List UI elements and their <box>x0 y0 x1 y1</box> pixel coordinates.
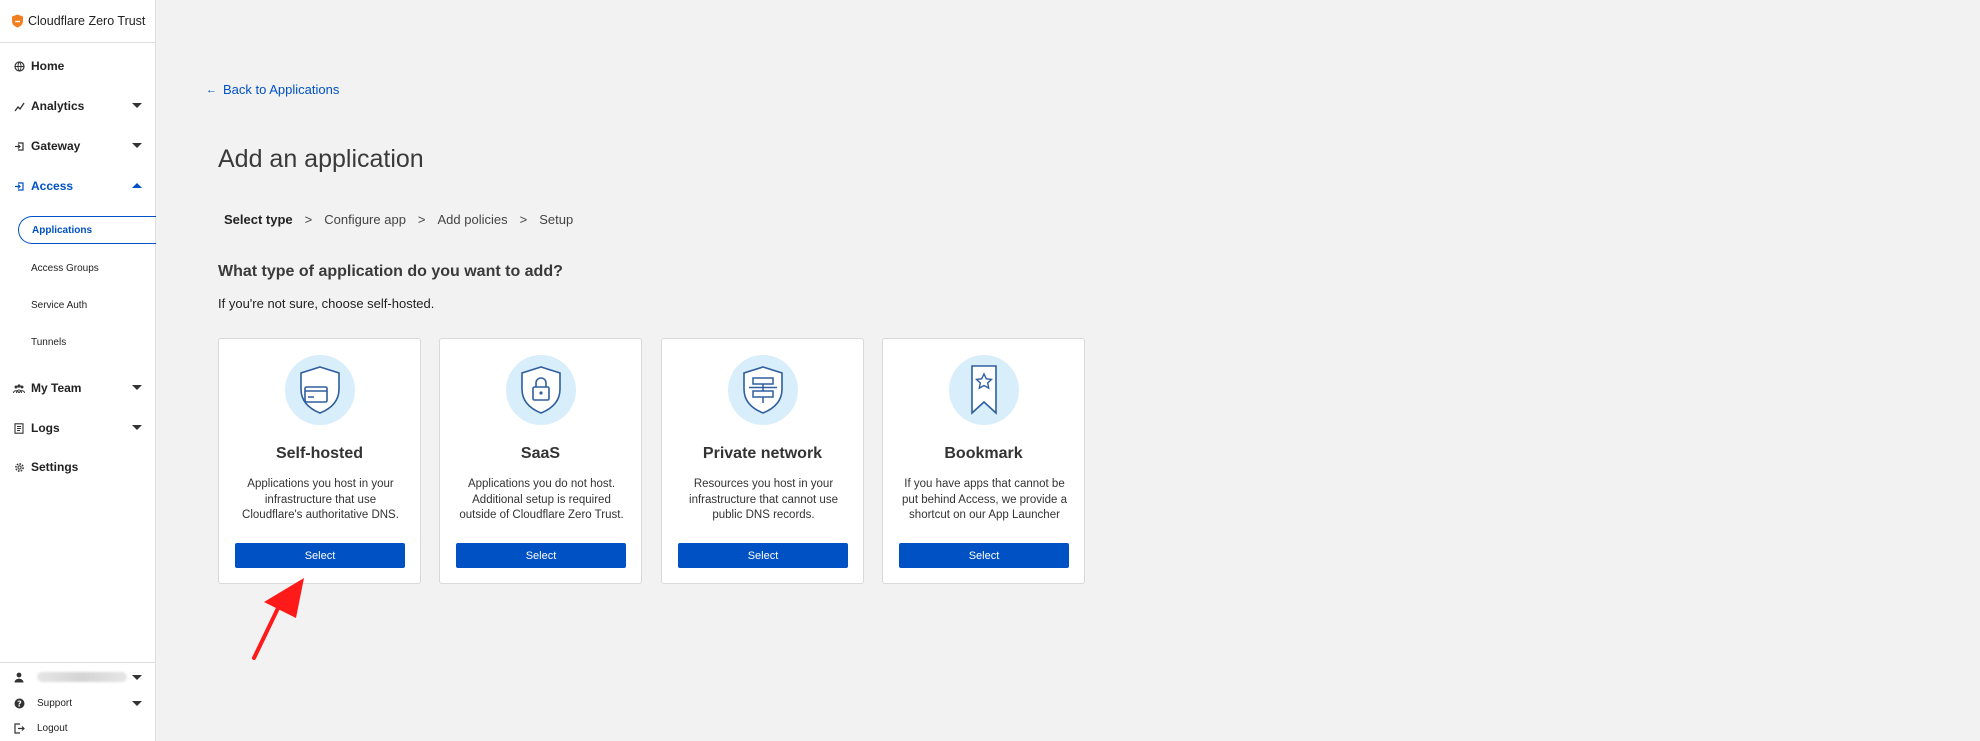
step-separator: > <box>304 212 313 227</box>
app-type-card-private-network: Private network Resources you host in yo… <box>661 338 864 584</box>
sidebar-item-logs[interactable]: Logs <box>0 417 156 439</box>
chevron-up-icon <box>132 183 142 188</box>
step-separator: > <box>417 212 426 227</box>
sidebar-subitem-access-groups[interactable]: Access Groups <box>18 254 156 282</box>
step-setup: Setup <box>539 212 574 227</box>
gateway-icon <box>13 140 25 152</box>
gear-icon <box>13 461 25 473</box>
help-icon: ? <box>13 697 25 709</box>
sidebar-item-label: Settings <box>31 460 79 474</box>
arrow-left-icon: ← <box>206 83 217 96</box>
sidebar-subitem-label: Applications <box>32 224 93 236</box>
step-add-policies: Add policies <box>437 212 508 227</box>
sidebar-item-gateway[interactable]: Gateway <box>0 135 156 157</box>
user-icon <box>13 671 25 683</box>
access-icon <box>13 180 25 192</box>
brand-header[interactable]: Cloudflare Zero Trust <box>0 0 155 43</box>
sidebar: Cloudflare Zero Trust Home Analytics Gat… <box>0 0 156 741</box>
team-icon <box>13 382 25 394</box>
analytics-icon <box>13 100 25 112</box>
step-separator: > <box>519 212 528 227</box>
select-saas-button[interactable]: Select <box>456 543 626 568</box>
sidebar-subitem-label: Service Auth <box>31 299 88 311</box>
sidebar-item-label: Logs <box>31 421 60 435</box>
logout-label: Logout <box>37 722 68 734</box>
shield-lock-icon <box>506 355 576 425</box>
annotation-arrow-icon <box>240 570 320 675</box>
back-to-applications-link[interactable]: ← Back to Applications <box>206 82 339 97</box>
sidebar-subitem-label: Access Groups <box>31 262 99 274</box>
page-title: Add an application <box>218 145 424 173</box>
sidebar-item-settings[interactable]: Settings <box>0 456 156 478</box>
sidebar-item-analytics[interactable]: Analytics <box>0 95 156 117</box>
logs-icon <box>13 422 25 434</box>
select-bookmark-button[interactable]: Select <box>899 543 1069 568</box>
back-link-label: Back to Applications <box>223 82 340 97</box>
user-name-redacted <box>37 672 127 682</box>
user-menu[interactable] <box>0 667 156 687</box>
support-menu[interactable]: ? Support <box>0 693 156 713</box>
sidebar-item-label: Analytics <box>31 99 85 113</box>
select-self-hosted-button[interactable]: Select <box>235 543 405 568</box>
sidebar-subitem-tunnels[interactable]: Tunnels <box>18 328 156 356</box>
app-type-card-self-hosted: Self-hosted Applications you host in you… <box>218 338 421 584</box>
step-configure-app: Configure app <box>324 212 406 227</box>
app-type-card-bookmark: Bookmark If you have apps that cannot be… <box>882 338 1085 584</box>
hint-text: If you're not sure, choose self-hosted. <box>218 296 435 311</box>
chevron-down-icon <box>132 103 142 108</box>
card-description: Applications you do not host. Additional… <box>459 478 624 521</box>
chevron-down-icon <box>132 425 142 430</box>
home-icon <box>13 60 25 72</box>
shield-network-icon <box>728 355 798 425</box>
sidebar-item-home[interactable]: Home <box>0 55 156 77</box>
chevron-down-icon <box>132 143 142 148</box>
cloudflare-logo-icon <box>11 14 24 28</box>
sidebar-subitem-service-auth[interactable]: Service Auth <box>18 291 156 319</box>
support-label: Support <box>37 697 73 709</box>
shield-card-icon <box>285 355 355 425</box>
card-title: Self-hosted <box>275 445 364 462</box>
card-title: SaaS <box>520 445 561 462</box>
sidebar-item-label: Access <box>31 179 74 193</box>
card-description: Resources you host in your infrastructur… <box>689 478 838 521</box>
wizard-steps: Select type > Configure app > Add polici… <box>224 212 585 227</box>
sidebar-subitem-label: Tunnels <box>31 336 67 348</box>
card-description: Applications you host in your infrastruc… <box>242 478 399 521</box>
sidebar-footer: ? Support Logout <box>0 662 156 741</box>
svg-text:?: ? <box>17 699 22 708</box>
logout-button[interactable]: Logout <box>0 718 156 738</box>
card-title: Private network <box>702 445 823 462</box>
card-title: Bookmark <box>944 445 1023 462</box>
chevron-down-icon <box>132 385 142 390</box>
app-title: Cloudflare Zero Trust <box>28 14 146 28</box>
sidebar-item-my-team[interactable]: My Team <box>0 377 156 399</box>
select-private-network-button[interactable]: Select <box>678 543 848 568</box>
step-select-type: Select type <box>224 212 293 227</box>
chevron-down-icon <box>132 701 142 706</box>
card-description: If you have apps that cannot be put behi… <box>902 478 1067 521</box>
sidebar-subitem-applications[interactable]: Applications <box>18 216 156 244</box>
sidebar-item-label: My Team <box>31 381 82 395</box>
sidebar-item-label: Gateway <box>31 139 81 153</box>
question-heading: What type of application do you want to … <box>218 263 563 280</box>
chevron-down-icon <box>132 675 142 680</box>
app-type-card-saas: SaaS Applications you do not host. Addit… <box>439 338 642 584</box>
logout-icon <box>13 722 25 734</box>
sidebar-item-access[interactable]: Access <box>0 175 156 197</box>
bookmark-star-icon <box>949 355 1019 425</box>
sidebar-item-label: Home <box>31 59 65 73</box>
